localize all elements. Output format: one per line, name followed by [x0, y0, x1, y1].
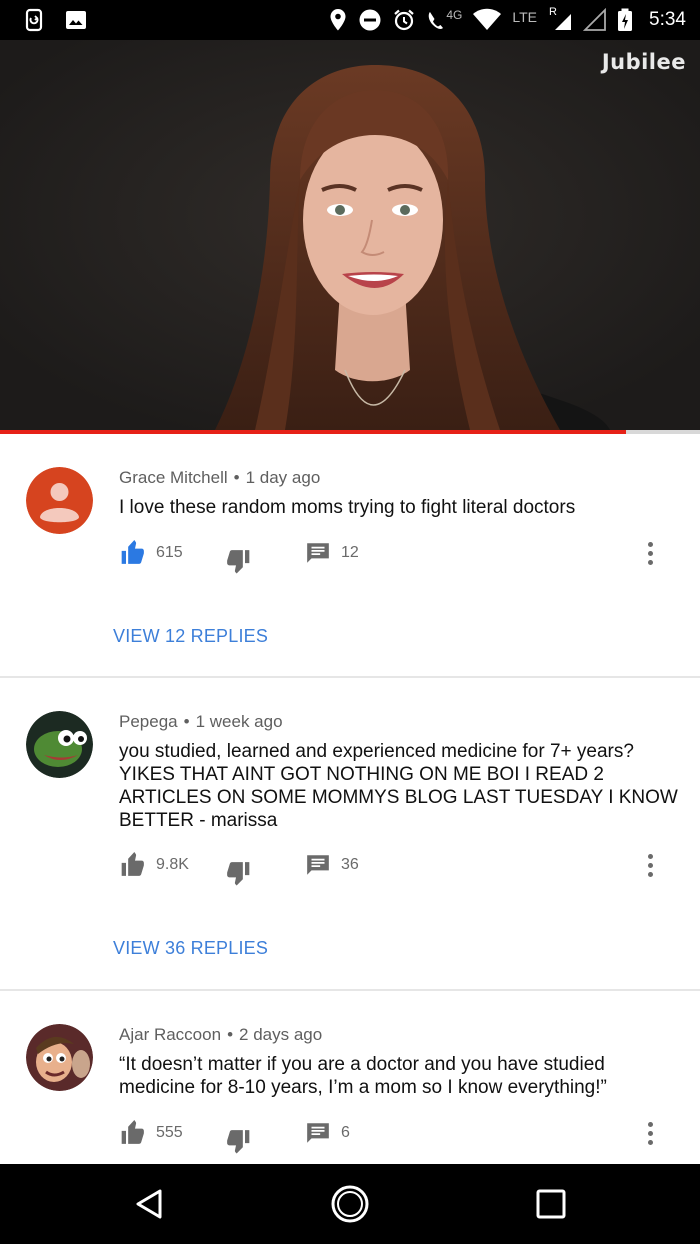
more-vert-icon-dot — [647, 551, 653, 556]
like-button[interactable]: 9.8K — [119, 852, 189, 878]
dislike-button[interactable] — [225, 860, 252, 886]
comment-meta: Pepega • 1 week ago — [119, 712, 283, 732]
lte-label: LTE — [512, 9, 538, 25]
view-replies-button[interactable]: VIEW 36 REPLIES — [113, 938, 268, 959]
comment-age: 1 week ago — [195, 712, 283, 731]
more-options-button[interactable] — [645, 1122, 655, 1150]
thumbs-down-icon — [227, 1130, 250, 1154]
comment-author[interactable]: Grace Mitchell — [119, 468, 228, 487]
thumbs-up-icon — [121, 540, 144, 564]
comment-text: “It doesn’t matter if you are a doctor a… — [119, 1054, 607, 1098]
thumbs-down-icon — [227, 862, 250, 886]
do-not-disturb-icon — [359, 9, 381, 31]
comment-age: 2 days ago — [239, 1025, 323, 1044]
more-vert-icon-dot — [647, 1122, 653, 1127]
video-player[interactable]: Jubilee — [0, 40, 700, 430]
comment-actions: 555 6 — [119, 1120, 679, 1154]
meta-separator: • — [183, 712, 190, 731]
reply-button[interactable]: 36 — [305, 852, 359, 878]
comment-item: Grace Mitchell • 1 day ago I love these ra… — [0, 434, 700, 677]
like-count: 555 — [156, 1124, 183, 1141]
avatar[interactable] — [26, 467, 93, 534]
view-replies-button[interactable]: VIEW 12 REPLIES — [113, 626, 268, 647]
like-button[interactable]: 615 — [119, 540, 183, 566]
network-type-label: 4G — [446, 8, 463, 22]
clock: 5:34 — [649, 9, 686, 30]
default-avatar-icon — [26, 467, 93, 534]
comment-text: you studied, learned and experienced med… — [119, 741, 678, 831]
comment-author[interactable]: Pepega — [119, 712, 178, 731]
more-vert-icon-dot — [647, 872, 653, 877]
more-options-button[interactable] — [645, 542, 655, 570]
reply-count: 36 — [341, 856, 359, 873]
woody-avatar-icon — [26, 1024, 93, 1091]
location-icon — [330, 9, 346, 31]
signal-icon — [555, 14, 572, 30]
like-count: 615 — [156, 544, 183, 561]
pepe-avatar-icon — [26, 711, 93, 778]
wifi-icon — [473, 8, 502, 30]
screen-rotation-icon — [25, 8, 43, 32]
more-vert-icon-dot — [647, 560, 653, 565]
avatar[interactable] — [26, 711, 93, 778]
more-vert-icon-dot — [647, 542, 653, 547]
home-circle-icon[interactable] — [330, 1184, 370, 1224]
comment-icon — [307, 855, 329, 875]
reply-count: 12 — [341, 544, 359, 561]
alarm-icon — [394, 9, 415, 31]
channel-logo: Jubilee — [601, 50, 686, 74]
status-bar: 4G LTE R 5:34 — [0, 0, 700, 40]
more-vert-icon-dot — [647, 1140, 653, 1145]
comment-actions: 9.8K 36 — [119, 852, 679, 886]
comment-meta: Grace Mitchell • 1 day ago — [119, 468, 320, 488]
like-count: 9.8K — [156, 856, 189, 873]
more-vert-icon-dot — [647, 1131, 653, 1136]
reply-button[interactable]: 6 — [305, 1120, 350, 1146]
battery-charging-icon — [618, 8, 633, 31]
thumbs-up-icon — [121, 1120, 144, 1144]
wifi-call-icon — [429, 12, 444, 29]
comment-item: Pepega • 1 week ago you studied, learned a… — [0, 678, 700, 990]
comment-author[interactable]: Ajar Raccoon — [119, 1025, 221, 1044]
like-button[interactable]: 555 — [119, 1120, 183, 1146]
comment-text: I love these random moms trying to fight… — [119, 497, 576, 518]
more-options-button[interactable] — [645, 854, 655, 882]
comment-meta: Ajar Raccoon • 2 days ago — [119, 1025, 322, 1045]
comment-item: Ajar Raccoon • 2 days ago “It doesn’t matt… — [0, 991, 700, 1164]
recents-square-icon[interactable] — [536, 1189, 566, 1219]
meta-separator: • — [233, 468, 240, 487]
navigation-bar — [0, 1164, 700, 1244]
comment-icon — [307, 543, 329, 563]
dislike-button[interactable] — [225, 1128, 252, 1154]
thumbs-down-icon — [227, 550, 250, 574]
gallery-icon — [66, 11, 86, 29]
signal-empty-icon — [583, 8, 606, 31]
reply-count: 6 — [341, 1124, 350, 1141]
comment-icon — [307, 1123, 329, 1143]
avatar[interactable] — [26, 1024, 93, 1091]
thumbs-up-icon — [121, 852, 144, 876]
dislike-button[interactable] — [225, 548, 252, 574]
more-vert-icon-dot — [647, 854, 653, 859]
comment-age: 1 day ago — [245, 468, 321, 487]
reply-button[interactable]: 12 — [305, 540, 359, 566]
meta-separator: • — [227, 1025, 234, 1044]
back-triangle-icon[interactable] — [133, 1187, 167, 1221]
comment-actions: 615 12 — [119, 540, 679, 574]
more-vert-icon-dot — [647, 863, 653, 868]
video-frame — [0, 40, 700, 430]
